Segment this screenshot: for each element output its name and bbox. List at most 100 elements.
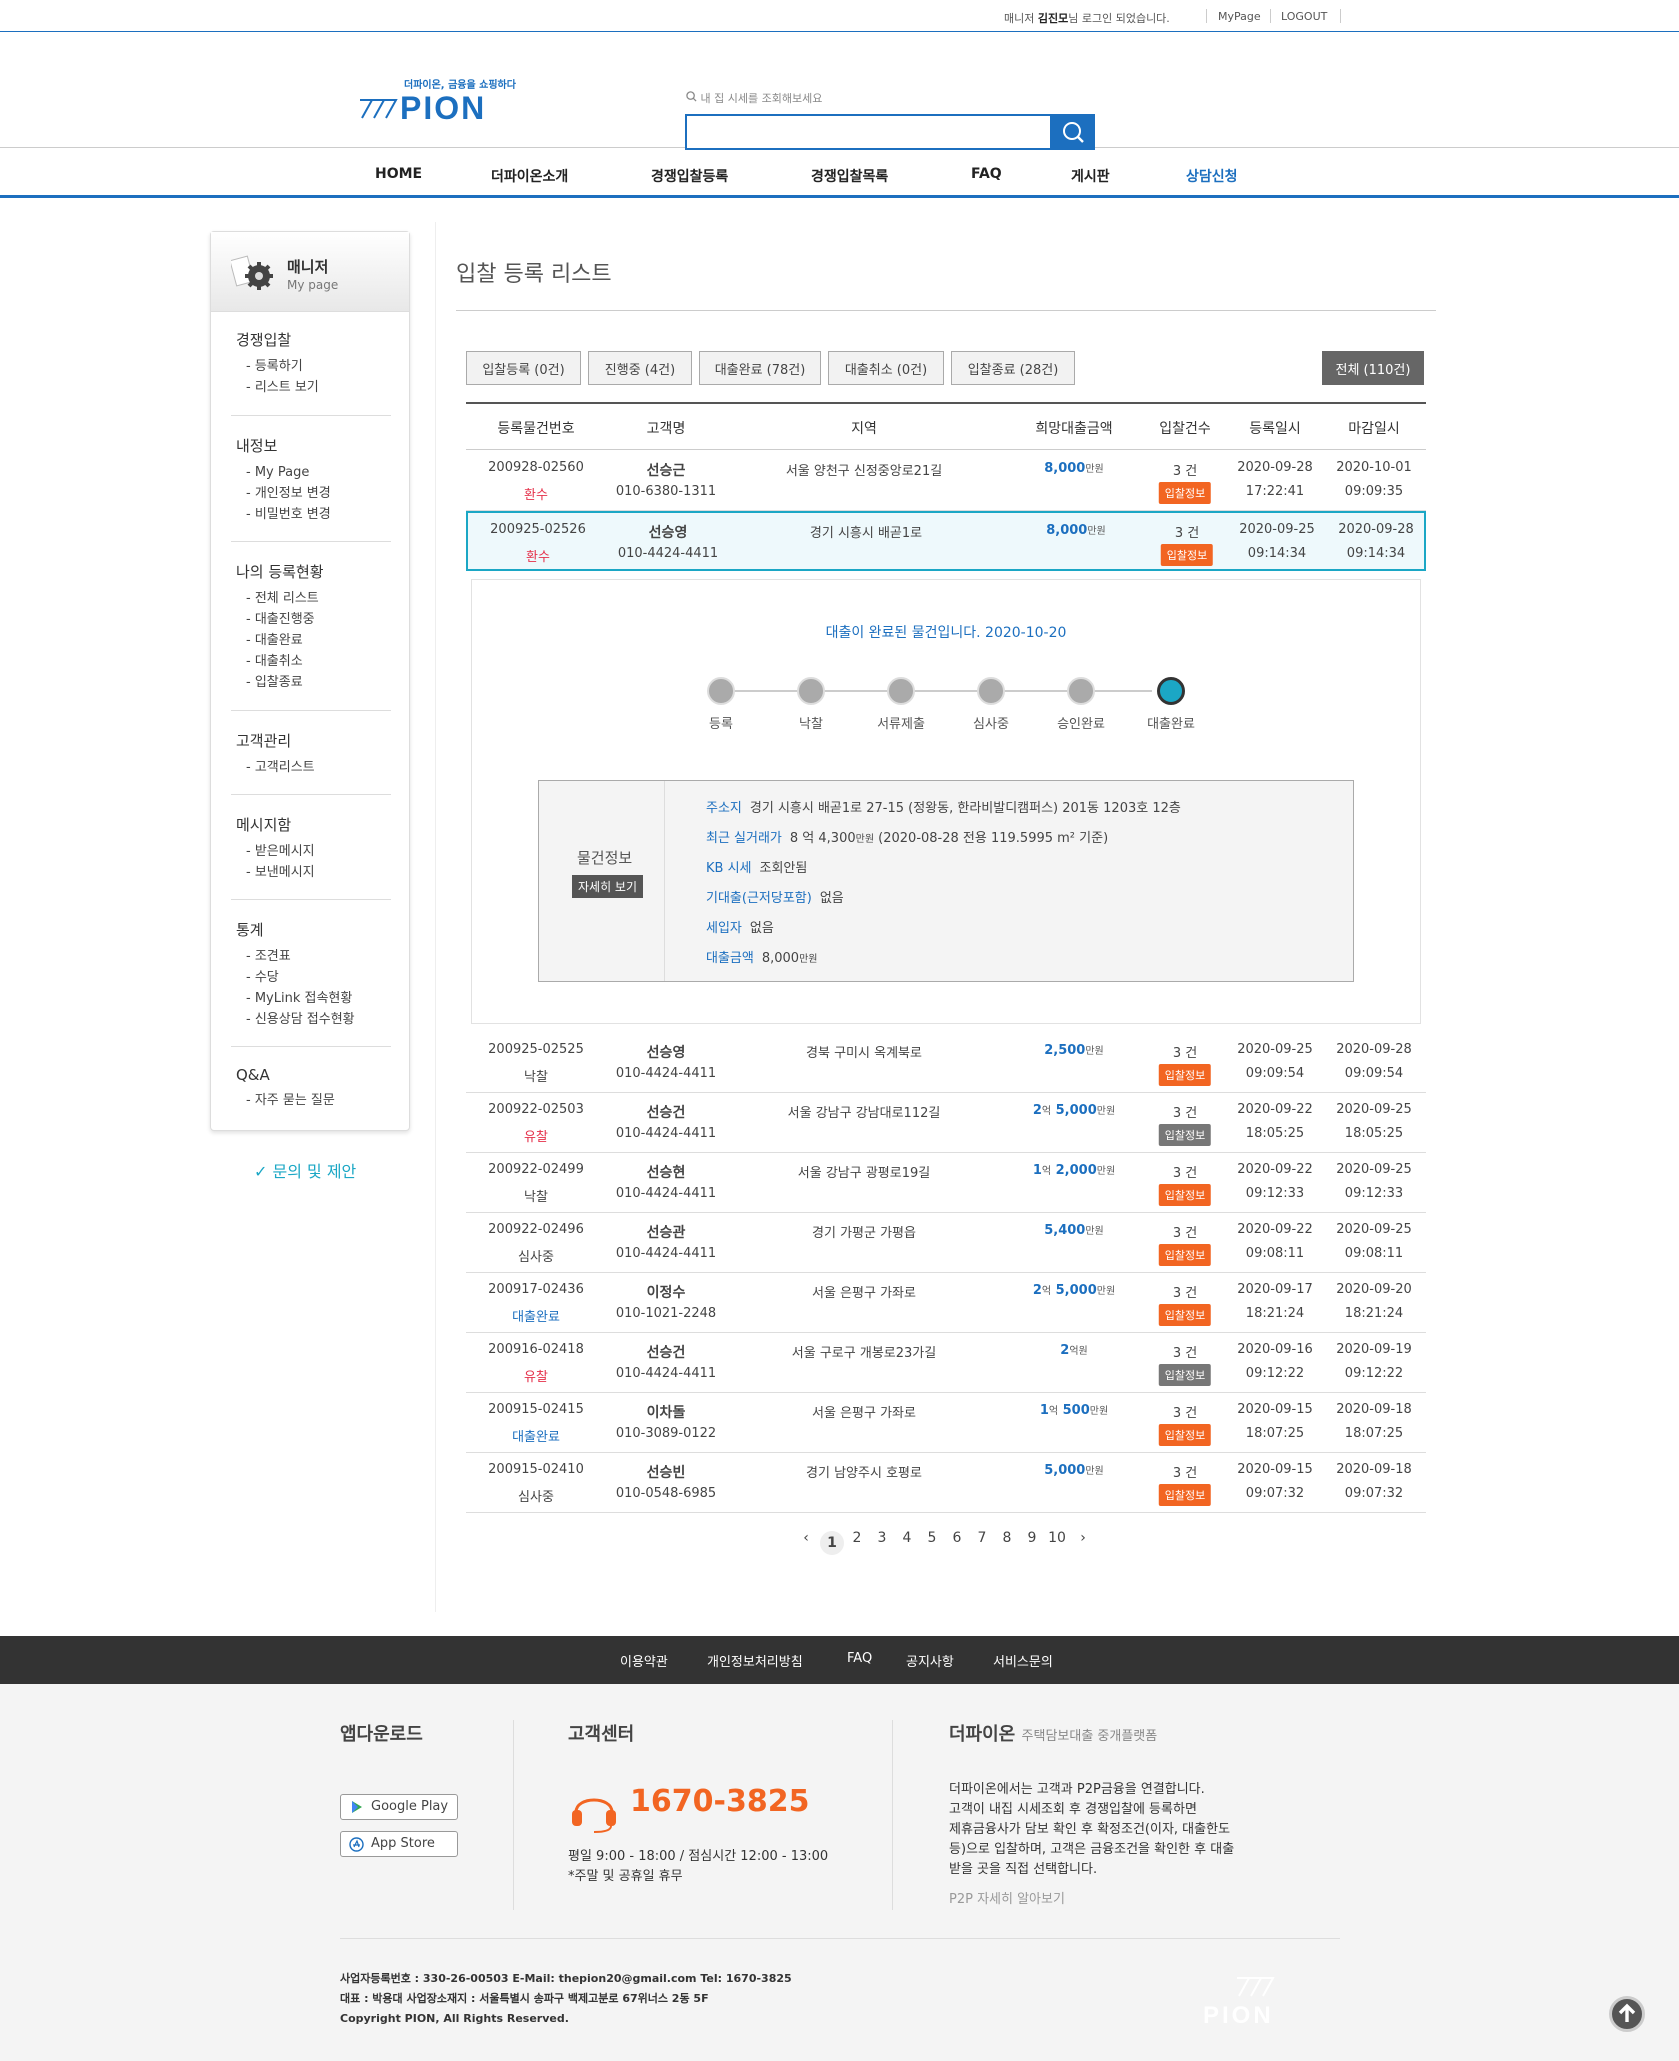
app-store-icon — [349, 1837, 364, 1852]
customer-phone: 010-4424-4411 — [615, 1186, 717, 1201]
sidebar-item-faq[interactable]: - 자주 묻는 질문 — [236, 1090, 335, 1111]
filter-in-progress[interactable]: 진행중 (4건) — [588, 351, 692, 385]
sidebar-item-list[interactable]: - 리스트 보기 — [236, 377, 319, 398]
page-10[interactable]: 10 — [1048, 1530, 1066, 1546]
nav-board[interactable]: 게시판 — [1071, 166, 1110, 186]
page-6[interactable]: 6 — [953, 1530, 962, 1546]
bid-info-button[interactable]: 입찰정보 — [1158, 1124, 1212, 1146]
sidebar-item-closed[interactable]: - 입찰종료 — [236, 672, 324, 693]
sidebar-item-mylink[interactable]: - MyLink 접속현황 — [236, 988, 355, 1009]
table-row[interactable]: 200928-02560 환수 선승근 010-6380-1311 서울 양천구 신정중… — [466, 451, 1426, 511]
bid-info-button[interactable]: 입찰정보 — [1158, 1424, 1212, 1446]
sidebar-item-commission[interactable]: - 수당 — [236, 967, 355, 988]
bid-info-button[interactable]: 입찰정보 — [1158, 1304, 1212, 1326]
search-button[interactable] — [1052, 114, 1095, 150]
divider — [435, 222, 436, 1612]
page-3[interactable]: 3 — [878, 1530, 887, 1546]
status-text: 대출완료 — [512, 1310, 560, 1325]
column-header: 마감일시 — [1348, 421, 1400, 437]
nav-home[interactable]: HOME — [375, 166, 422, 182]
table-row[interactable]: 200925-02525 낙찰 선승영 010-4424-4411 경북 구미시 옥계북… — [466, 1033, 1426, 1093]
page-2[interactable]: 2 — [853, 1530, 862, 1546]
sidebar-item-all[interactable]: - 전체 리스트 — [236, 588, 324, 609]
sidebar-item-customer-list[interactable]: - 고객리스트 — [236, 757, 315, 778]
search-input[interactable] — [685, 114, 1052, 150]
logout-link[interactable]: LOGOUT — [1281, 10, 1327, 23]
table-row[interactable]: 200922-02503 유찰 선승건 010-4424-4411 서울 강남구 강남대… — [466, 1093, 1426, 1153]
sidebar-item-credit[interactable]: - 신용상담 접수현황 — [236, 1009, 355, 1030]
sidebar-item-password[interactable]: - 비밀번호 변경 — [236, 504, 331, 525]
filter-all[interactable]: 전체 (110건) — [1322, 351, 1424, 385]
footer-link-privacy[interactable]: 개인정보처리방침 — [707, 1651, 803, 1670]
page-8[interactable]: 8 — [1003, 1530, 1012, 1546]
inquiry-link[interactable]: ✓ 문의 및 제안 — [254, 1158, 356, 1182]
prev-page-button[interactable]: ‹ — [803, 1530, 809, 1546]
page-1[interactable]: 1 — [820, 1531, 844, 1555]
detail-view-button[interactable]: 자세히 보기 — [572, 875, 644, 898]
sidebar-item-in-progress[interactable]: - 대출진행중 — [236, 609, 324, 630]
sidebar-item-profile[interactable]: - 개인정보 변경 — [236, 483, 331, 504]
page-5[interactable]: 5 — [928, 1530, 937, 1546]
sidebar-item-complete[interactable]: - 대출완료 — [236, 630, 324, 651]
table-row[interactable]: 200915-02415 대출완료 이차돌 010-3089-0122 서울 은평구 가… — [466, 1393, 1426, 1453]
sidebar-item-table[interactable]: - 조견표 — [236, 946, 355, 967]
bid-info-button[interactable]: 입찰정보 — [1158, 1184, 1212, 1206]
sidebar-item-mypage[interactable]: - My Page — [236, 462, 331, 483]
bid-count: 3 건 — [1172, 1106, 1198, 1121]
footer-link-inquiry[interactable]: 서비스문의 — [993, 1651, 1053, 1670]
footer-link-terms[interactable]: 이용약관 — [620, 1651, 668, 1670]
bid-info-button[interactable]: 입찰정보 — [1158, 482, 1212, 504]
divider — [1206, 9, 1207, 23]
loan-amount: 1억 500만원 — [1039, 1403, 1109, 1418]
bid-info-button[interactable]: 입찰정보 — [1158, 1364, 1212, 1386]
filter-cancel[interactable]: 대출취소 (0건) — [828, 351, 944, 385]
customer-center-title: 고객센터 — [568, 1724, 635, 1745]
footer-link-faq[interactable]: FAQ — [847, 1651, 872, 1666]
google-play-button[interactable]: Google Play — [340, 1794, 458, 1820]
table-row[interactable]: 200916-02418 유찰 선승건 010-4424-4411 서울 구로구 개봉로… — [466, 1333, 1426, 1393]
divider — [1270, 9, 1271, 23]
filter-registered[interactable]: 입찰등록 (0건) — [466, 351, 581, 385]
next-page-button[interactable]: › — [1080, 1530, 1086, 1546]
table-row[interactable]: 200922-02496 심사중 선승관 010-4424-4411 경기 가평군 가평… — [466, 1213, 1426, 1273]
nav-faq[interactable]: FAQ — [971, 166, 1002, 182]
bid-count: 3 건 — [1172, 1406, 1198, 1421]
column-header: 등록물건번호 — [497, 421, 575, 437]
sidebar-item-cancel[interactable]: - 대출취소 — [236, 651, 324, 672]
registered-time: 17:22:41 — [1245, 484, 1305, 499]
sidebar-section-bidding: 경쟁입찰 - 등록하기 - 리스트 보기 — [236, 329, 319, 398]
table-row[interactable]: 200917-02436 대출완료 이정수 010-1021-2248 서울 은평구 가… — [466, 1273, 1426, 1333]
table-row-selected[interactable]: 200925-02526 환수 선승영 010-4424-4411 경기 시흥시 배곧1… — [466, 511, 1426, 571]
filter-complete[interactable]: 대출완료 (78건) — [699, 351, 821, 385]
nav-about[interactable]: 더파이온소개 — [491, 166, 568, 186]
nav-consult[interactable]: 상담신청 — [1186, 166, 1238, 186]
logo[interactable]: 더파이온, 금융을 쇼핑하다 PION — [358, 76, 528, 156]
filter-closed[interactable]: 입찰종료 (28건) — [951, 351, 1075, 385]
sidebar-item-sent[interactable]: - 보낸메시지 — [236, 862, 315, 883]
registered-date: 2020-09-17 — [1237, 1282, 1313, 1297]
bid-info-button[interactable]: 입찰정보 — [1158, 1244, 1212, 1266]
customer-name: 선승건 — [646, 1105, 686, 1121]
tenant-line: 세입자 없음 — [706, 921, 774, 936]
p2p-more-link[interactable]: P2P 자세히 알아보기 — [949, 1890, 1065, 1910]
nav-bid-register[interactable]: 경쟁입찰등록 — [651, 166, 728, 186]
sidebar-item-register[interactable]: - 등록하기 — [236, 356, 319, 377]
app-store-button[interactable]: App Store — [340, 1831, 458, 1857]
mypage-link[interactable]: MyPage — [1218, 10, 1261, 23]
page-4[interactable]: 4 — [903, 1530, 912, 1546]
footer-link-notice[interactable]: 공지사항 — [906, 1651, 954, 1670]
column-header: 등록일시 — [1249, 421, 1301, 437]
bid-info-button[interactable]: 입찰정보 — [1158, 1064, 1212, 1086]
bid-info-button[interactable]: 입찰정보 — [1158, 1484, 1212, 1506]
page-7[interactable]: 7 — [978, 1530, 987, 1546]
sidebar-item-inbox[interactable]: - 받은메시지 — [236, 841, 315, 862]
sidebar: 매니저 My page 경쟁입찰 - 등록하기 - 리스트 보기 내정보 - M… — [210, 231, 410, 1131]
deadline-time: 09:08:11 — [1344, 1246, 1404, 1261]
bid-info-button[interactable]: 입찰정보 — [1160, 544, 1214, 566]
step-label: 낙찰 — [799, 717, 823, 732]
table-row[interactable]: 200922-02499 낙찰 선승현 010-4424-4411 서울 강남구 광평로… — [466, 1153, 1426, 1213]
table-row[interactable]: 200915-02410 심사중 선승빈 010-0548-6985 경기 남양주시 호… — [466, 1453, 1426, 1513]
scroll-top-button[interactable] — [1609, 1996, 1645, 2032]
page-9[interactable]: 9 — [1028, 1530, 1037, 1546]
nav-bid-list[interactable]: 경쟁입찰목록 — [811, 166, 888, 186]
